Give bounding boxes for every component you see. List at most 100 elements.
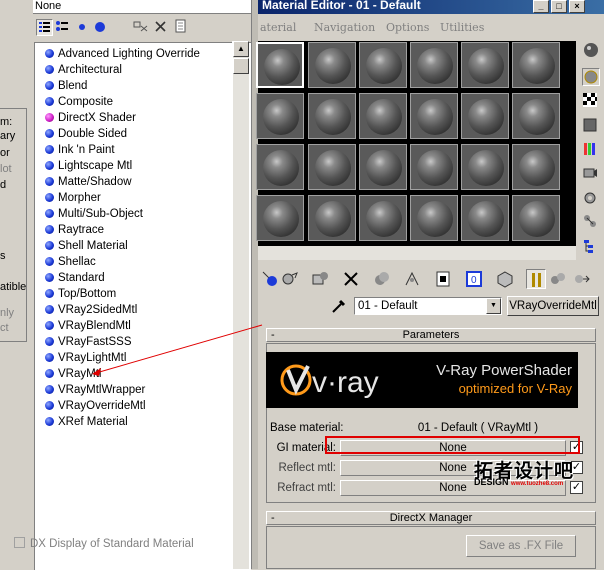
put-to-library-icon[interactable] xyxy=(433,269,453,289)
view-large-icons-icon[interactable] xyxy=(93,19,110,36)
menu-navigation[interactable]: Navigation xyxy=(314,21,375,34)
browser-name-field[interactable]: None xyxy=(33,0,251,14)
list-item[interactable]: VRayMtl xyxy=(45,366,101,382)
maximize-button[interactable]: □ xyxy=(551,0,567,13)
chevron-down-icon[interactable]: ▼ xyxy=(486,298,501,314)
menu-utilities[interactable]: Utilities xyxy=(440,21,484,34)
go-to-parent-icon[interactable] xyxy=(548,269,568,289)
sample-slot[interactable] xyxy=(359,195,407,241)
sample-slot[interactable] xyxy=(308,195,356,241)
list-item[interactable]: Morpher xyxy=(45,190,101,206)
list-item[interactable]: Ink 'n Paint xyxy=(45,142,115,158)
sample-slot[interactable] xyxy=(256,93,304,139)
directx-manager-rollout-header[interactable]: - DirectX Manager xyxy=(266,511,596,525)
sample-slot[interactable] xyxy=(410,144,458,190)
show-map-in-viewport-icon[interactable] xyxy=(495,269,515,289)
close-button[interactable]: × xyxy=(569,0,585,13)
go-forward-to-sibling-icon[interactable] xyxy=(571,269,591,289)
material-type-button[interactable]: VRayOverrideMtl xyxy=(507,296,599,316)
background-checker-icon[interactable] xyxy=(582,92,600,110)
assign-to-selection-icon[interactable] xyxy=(310,269,330,289)
sample-uv-tiling-icon[interactable] xyxy=(582,117,600,135)
browser-vertical-scrollbar[interactable]: ▲ xyxy=(232,41,249,569)
list-item[interactable]: Blend xyxy=(45,78,87,94)
parameters-rollout-header[interactable]: - Parameters xyxy=(266,328,596,342)
material-name-field[interactable]: 01 - Default ▼ xyxy=(354,297,502,315)
menu-options[interactable]: Options xyxy=(386,21,429,34)
list-item[interactable]: VRayFastSSS xyxy=(45,334,132,350)
list-item[interactable]: Raytrace xyxy=(45,222,104,238)
reset-map-icon[interactable] xyxy=(341,269,361,289)
sample-slot[interactable] xyxy=(359,144,407,190)
options-icon[interactable] xyxy=(582,190,600,208)
list-item[interactable]: VRay2SidedMtl xyxy=(45,302,137,318)
scroll-thumb[interactable] xyxy=(233,58,249,74)
list-item[interactable]: VRayBlendMtl xyxy=(45,318,131,334)
sample-slot[interactable] xyxy=(308,144,356,190)
dx-display-checkbox-row[interactable]: DX Display of Standard Material xyxy=(14,537,194,550)
scroll-up-icon[interactable]: ▲ xyxy=(233,41,249,57)
material-effects-channel-icon[interactable]: 0 xyxy=(464,269,484,289)
make-unique-icon[interactable] xyxy=(402,269,422,289)
make-preview-icon[interactable] xyxy=(582,165,600,183)
list-item[interactable]: XRef Material xyxy=(45,414,128,430)
list-item[interactable]: Shellac xyxy=(45,254,96,270)
list-item[interactable]: VRayLightMtl xyxy=(45,350,126,366)
delete-from-library-icon[interactable] xyxy=(153,19,170,36)
update-scene-icon[interactable] xyxy=(132,19,149,36)
sample-slot[interactable] xyxy=(461,93,509,139)
view-small-icons-icon[interactable] xyxy=(75,19,92,36)
list-item[interactable]: Architectural xyxy=(45,62,122,78)
base-material-button[interactable]: 01 - Default ( VRayMtl ) xyxy=(368,420,588,436)
list-item[interactable]: Top/Bottom xyxy=(45,286,116,302)
sample-slot[interactable] xyxy=(512,42,560,88)
sample-slot[interactable] xyxy=(461,42,509,88)
list-item-label: Shell Material xyxy=(58,240,128,252)
list-item[interactable]: Lightscape Mtl xyxy=(45,158,132,174)
view-list-icon[interactable] xyxy=(36,19,53,36)
sample-slot[interactable] xyxy=(461,144,509,190)
list-item[interactable]: Multi/Sub-Object xyxy=(45,206,143,222)
editor-title-bar[interactable]: Material Editor - 01 - Default _ □ × xyxy=(258,0,604,14)
sample-slot[interactable] xyxy=(512,93,560,139)
sample-slot[interactable] xyxy=(461,195,509,241)
sample-slot[interactable] xyxy=(308,42,356,88)
menu-material[interactable]: aterial xyxy=(260,21,296,34)
list-item[interactable]: VRayOverrideMtl xyxy=(45,398,146,414)
list-item[interactable]: DirectX Shader xyxy=(45,110,136,126)
sample-slot[interactable] xyxy=(512,195,560,241)
sample-slot[interactable] xyxy=(410,93,458,139)
sample-slot[interactable] xyxy=(410,42,458,88)
list-item[interactable]: Matte/Shadow xyxy=(45,174,132,190)
dx-display-checkbox[interactable] xyxy=(14,537,25,548)
view-list-icons-icon[interactable] xyxy=(54,19,71,36)
video-color-check-icon[interactable] xyxy=(582,141,600,159)
backlight-icon[interactable] xyxy=(582,68,600,86)
sample-slot[interactable] xyxy=(256,195,304,241)
sample-type-sphere-icon[interactable] xyxy=(582,41,600,59)
put-to-scene-icon[interactable] xyxy=(280,269,300,289)
pick-material-eyedropper-icon[interactable] xyxy=(330,297,348,315)
material-map-navigator-icon[interactable] xyxy=(582,238,600,256)
sample-slot[interactable] xyxy=(256,42,304,88)
list-item[interactable]: Advanced Lighting Override xyxy=(45,46,200,62)
sample-slot[interactable] xyxy=(308,93,356,139)
sample-slot[interactable] xyxy=(512,144,560,190)
slots-horizontal-scrollbar[interactable] xyxy=(258,246,576,260)
list-item[interactable]: VRayMtlWrapper xyxy=(45,382,145,398)
clear-material-library-icon[interactable] xyxy=(173,19,190,36)
list-item[interactable]: Standard xyxy=(45,270,105,286)
select-by-material-icon[interactable] xyxy=(582,213,600,231)
show-end-result-icon[interactable] xyxy=(526,269,546,289)
sample-slot[interactable] xyxy=(410,195,458,241)
sample-slot[interactable] xyxy=(256,144,304,190)
list-item[interactable]: Shell Material xyxy=(45,238,128,254)
save-as-fx-button[interactable]: Save as .FX File xyxy=(466,535,576,557)
minimize-button[interactable]: _ xyxy=(533,0,549,13)
list-item[interactable]: Double Sided xyxy=(45,126,127,142)
list-item[interactable]: Composite xyxy=(45,94,113,110)
get-material-icon[interactable] xyxy=(260,269,280,289)
sample-slot[interactable] xyxy=(359,42,407,88)
sample-slot[interactable] xyxy=(359,93,407,139)
make-material-copy-icon[interactable] xyxy=(372,269,392,289)
